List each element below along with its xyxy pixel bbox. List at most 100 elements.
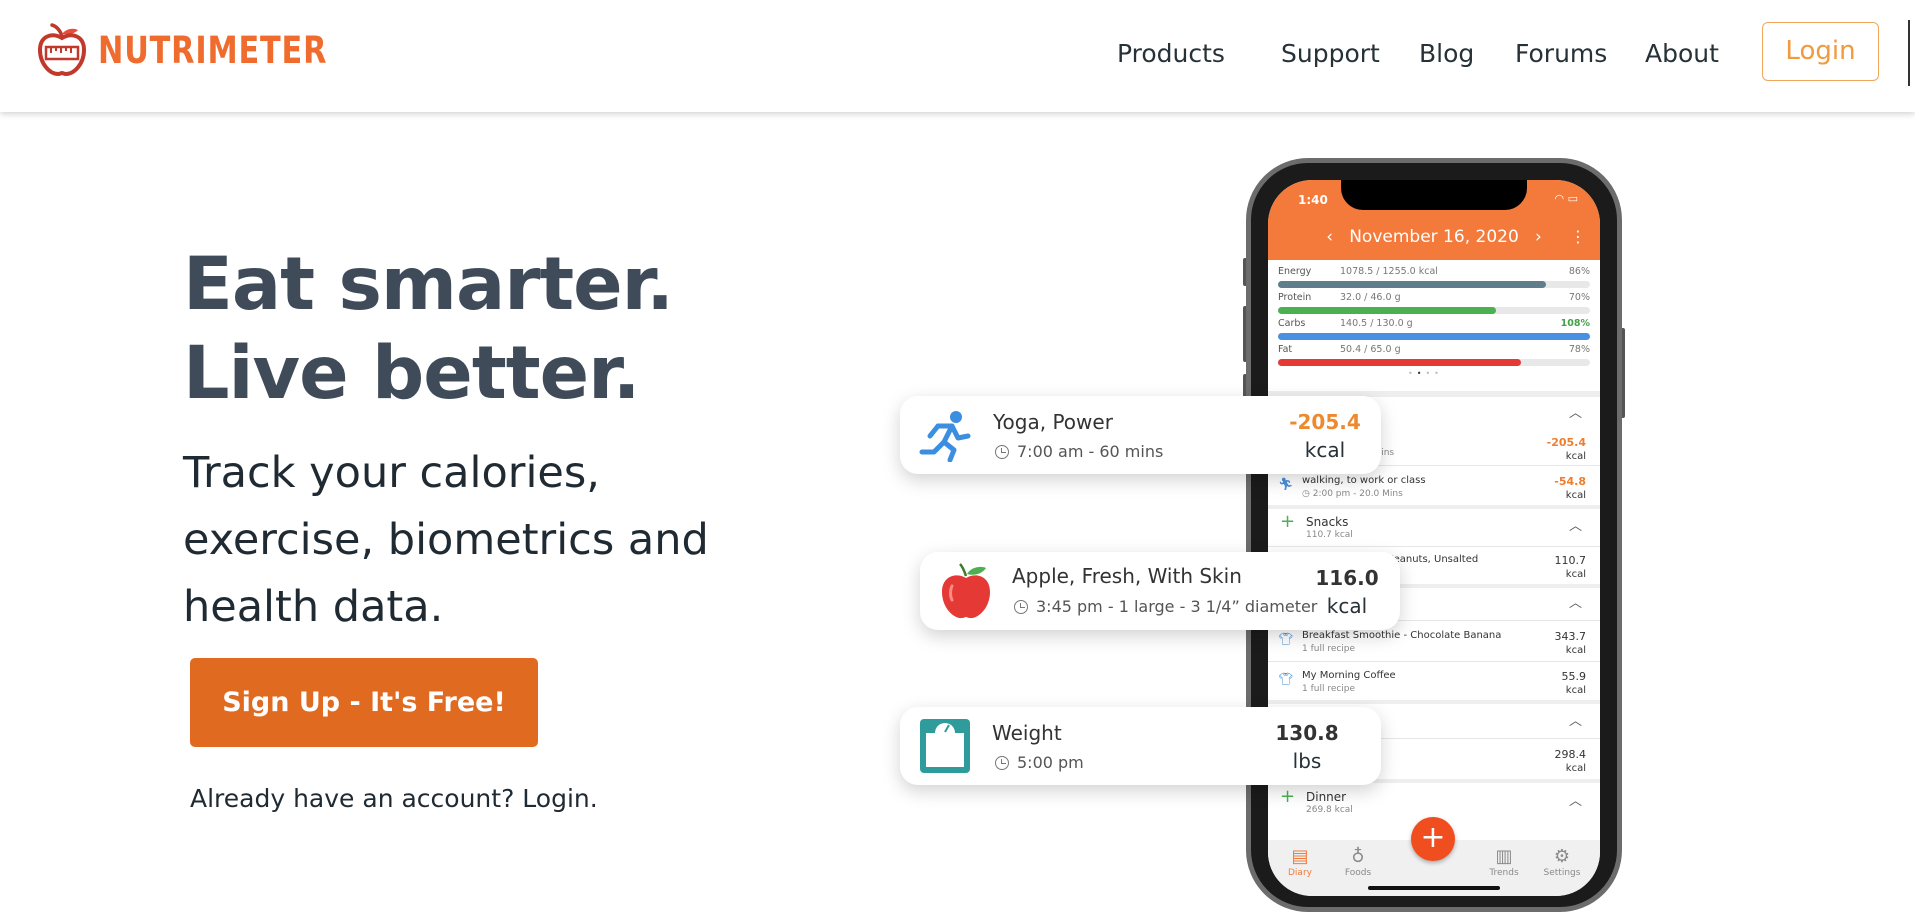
card-meta: 3:45 pm - 1 large - 3 1/4” diameter	[1014, 597, 1317, 616]
nav-products[interactable]: Products	[1117, 37, 1225, 71]
chevron-up-icon[interactable]: ︿	[1569, 592, 1582, 611]
item-name: My Morning Coffee	[1302, 670, 1396, 681]
nutrient-label: Carbs	[1278, 318, 1306, 329]
tab-trends[interactable]: ▥ Trends	[1474, 846, 1534, 878]
nutrient-fill	[1278, 281, 1547, 288]
chevron-up-icon[interactable]: ︿	[1569, 402, 1582, 421]
phone-mockup: 1:40 ◠ ▭ ‹ November 16, 2020 › ⋮ Energy …	[1246, 158, 1622, 912]
date-bar: ‹ November 16, 2020 › ⋮	[1268, 216, 1600, 260]
runner-icon: 🏃︎	[1278, 477, 1294, 491]
divider	[1268, 546, 1600, 547]
meal-kcal: 269.8 kcal	[1306, 805, 1353, 815]
kcal-value: -54.8	[1554, 475, 1586, 488]
item-kcal: -205.4 kcal	[1547, 436, 1586, 463]
nutrient-fill	[1278, 333, 1590, 340]
add-entry-button[interactable]: +	[1411, 817, 1455, 861]
nutrient-pct: 78%	[1568, 344, 1590, 355]
card-amount: 116.0 kcal	[1302, 564, 1392, 620]
card-meta-text: 3:45 pm - 1 large - 3 1/4” diameter	[1036, 597, 1318, 616]
apple-icon	[942, 563, 990, 619]
amount-unit: kcal	[1304, 438, 1346, 462]
kcal-value: -205.4	[1546, 436, 1586, 449]
card-meta-text: 5:00 pm	[1017, 753, 1084, 772]
kcal-unit: kcal	[1565, 685, 1586, 696]
shirt-icon: 👕︎	[1278, 632, 1294, 646]
meal-name: Dinner	[1306, 790, 1347, 804]
exercise-card: Yoga, Power 7:00 am - 60 mins -205.4 kca…	[900, 396, 1381, 474]
hero-subtitle: Track your calories, exercise, biometric…	[183, 448, 709, 632]
headline-line-2: Live better.	[183, 331, 640, 416]
divider	[1268, 505, 1600, 509]
card-title: Weight	[992, 721, 1062, 745]
clock-icon	[995, 756, 1009, 770]
meal-name: Snacks	[1306, 515, 1349, 529]
item-sub-text: 2:00 pm - 20.0 Mins	[1312, 489, 1403, 499]
login-button[interactable]: Login	[1762, 22, 1879, 81]
item-sub: 1 full recipe	[1302, 684, 1356, 694]
amount-value: 116.0	[1315, 566, 1379, 590]
divider	[1268, 661, 1600, 662]
kcal-value: 298.4	[1554, 748, 1587, 761]
nav-about[interactable]: About	[1645, 37, 1719, 71]
chevron-up-icon[interactable]: ︿	[1569, 710, 1582, 729]
card-meta: 5:00 pm	[995, 753, 1084, 772]
tab-diary[interactable]: ▤ Diary	[1270, 846, 1330, 878]
diary-icon: ▤	[1291, 846, 1309, 867]
amount-value: -205.4	[1289, 410, 1361, 434]
scale-icon	[920, 719, 970, 773]
page-dots: ••••	[1408, 369, 1443, 378]
kcal-value: 110.7	[1554, 554, 1587, 567]
tab-foods[interactable]: ♁ Foods	[1328, 846, 1388, 878]
headline-line-1: Eat smarter.	[183, 242, 674, 327]
nav-support[interactable]: Support	[1281, 37, 1380, 71]
card-meta-text: 7:00 am - 60 mins	[1017, 442, 1164, 461]
tab-label: Foods	[1344, 868, 1372, 878]
add-icon[interactable]: +	[1280, 786, 1295, 807]
scroll-edge	[1908, 20, 1910, 86]
nutrient-track	[1278, 281, 1590, 288]
diary-date[interactable]: November 16, 2020	[1349, 227, 1519, 247]
nutrient-label: Fat	[1278, 344, 1293, 355]
battery-wifi-icon: ◠ ▭	[1554, 192, 1579, 205]
nav-blog[interactable]: Blog	[1419, 37, 1474, 71]
chevron-up-icon[interactable]: ︿	[1569, 790, 1582, 809]
phone-screen: 1:40 ◠ ▭ ‹ November 16, 2020 › ⋮ Energy …	[1268, 180, 1600, 896]
add-icon[interactable]: +	[1280, 511, 1295, 532]
tab-settings[interactable]: ⚙ Settings	[1532, 846, 1592, 878]
nutrient-track	[1278, 307, 1590, 314]
more-options-icon[interactable]: ⋮	[1570, 216, 1586, 258]
card-meta: 7:00 am - 60 mins	[995, 442, 1163, 461]
nutrient-value: 32.0 / 46.0 g	[1340, 292, 1401, 303]
weight-card: Weight 5:00 pm 130.8 lbs	[900, 707, 1381, 785]
item-kcal: -54.8 kcal	[1554, 475, 1586, 502]
main-nav: Products Support Blog Forums About	[0, 37, 1915, 77]
signup-button[interactable]: Sign Up - It's Free!	[190, 658, 538, 747]
next-day-icon[interactable]: ›	[1524, 227, 1542, 247]
gear-icon: ⚙	[1553, 846, 1571, 867]
item-sub: ◷ 2:00 pm - 20.0 Mins	[1302, 489, 1403, 499]
kcal-value: 343.7	[1554, 630, 1587, 643]
item-kcal: 55.9 kcal	[1562, 670, 1587, 697]
nav-forums[interactable]: Forums	[1515, 37, 1607, 71]
amount-unit: kcal	[1326, 594, 1368, 618]
clock-icon	[1014, 600, 1028, 614]
nutrient-value: 50.4 / 65.0 g	[1340, 344, 1401, 355]
nutrient-track	[1278, 333, 1590, 340]
prev-day-icon[interactable]: ‹	[1326, 227, 1344, 247]
status-time: 1:40	[1298, 193, 1328, 207]
nutrient-fill	[1278, 359, 1522, 366]
item-name: walking, to work or class	[1302, 475, 1426, 486]
site-header: NUTRIMETER Products Support Blog Forums …	[0, 0, 1915, 112]
amount-unit: lbs	[1292, 749, 1322, 773]
login-link[interactable]: Already have an account? Login.	[190, 784, 598, 813]
chevron-up-icon[interactable]: ︿	[1569, 515, 1582, 534]
card-amount: -205.4 kcal	[1280, 408, 1370, 464]
card-title: Apple, Fresh, With Skin	[1012, 564, 1242, 588]
runner-icon	[919, 411, 971, 462]
phone-notch	[1341, 180, 1527, 210]
shirt-icon: 👕︎	[1278, 672, 1294, 686]
nutrient-fill	[1278, 307, 1497, 314]
nutrient-value: 1078.5 / 1255.0 kcal	[1340, 266, 1438, 277]
item-name: Breakfast Smoothie - Chocolate Banana	[1302, 630, 1502, 641]
nutrient-value: 140.5 / 130.0 g	[1340, 318, 1413, 329]
